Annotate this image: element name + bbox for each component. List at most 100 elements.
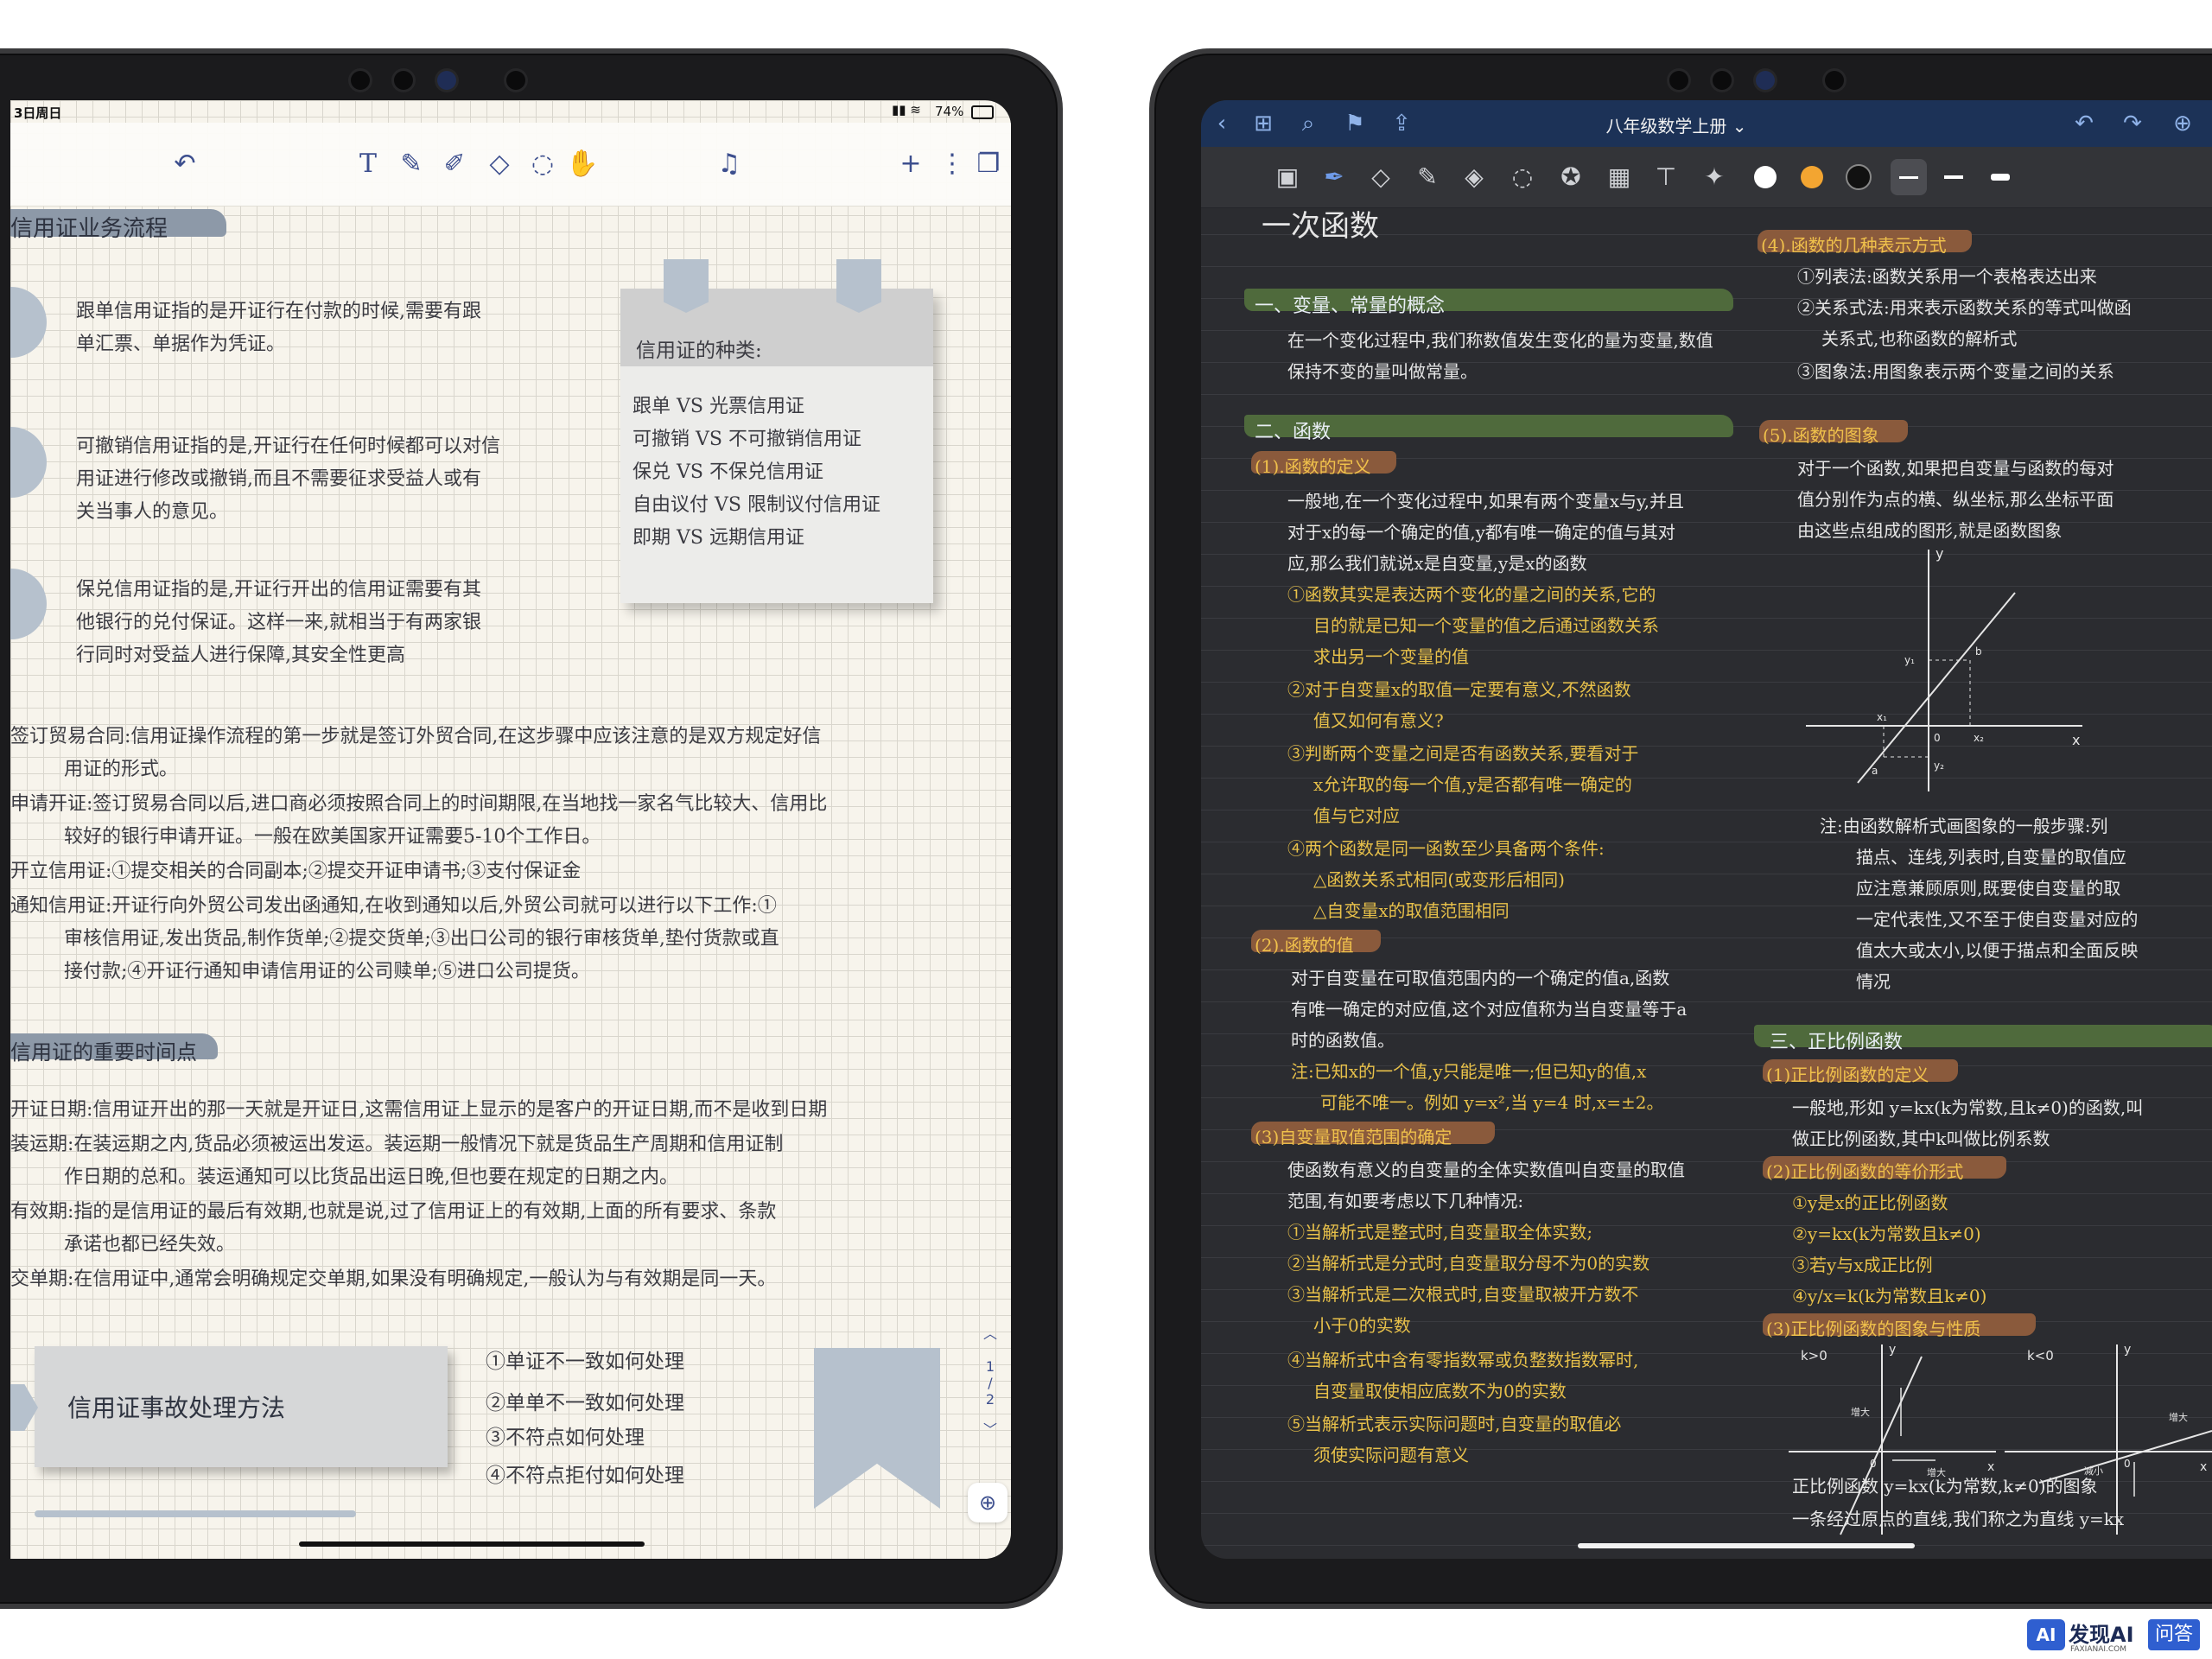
lasso-icon[interactable]: ◌ bbox=[1503, 147, 1541, 207]
color-white[interactable] bbox=[1754, 166, 1777, 188]
front-camera bbox=[1756, 71, 1775, 90]
page-up-icon[interactable]: ︿ bbox=[976, 1322, 1004, 1343]
text-line: 正比例函数 y=kx(k为常数,k≠0)的图象 bbox=[1792, 1476, 2098, 1497]
note-line: ①函数其实是表达两个变化的量之间的关系,它的 bbox=[1287, 584, 1656, 605]
note-line: ③当解析式是二次根式时,自变量取被开方数不 bbox=[1287, 1284, 1639, 1305]
color-orange[interactable] bbox=[1801, 166, 1823, 188]
more-icon[interactable]: ⋮ bbox=[933, 147, 971, 181]
text-line: 由这些点组成的图形,就是函数图象 bbox=[1797, 520, 2063, 541]
note-line: 可能不唯一。例如 y=x²,当 y=4 时,x=±2。 bbox=[1320, 1092, 1664, 1113]
textbox-icon[interactable]: ⊤ bbox=[1647, 147, 1685, 207]
section-title-process: 信用证业务流程 bbox=[10, 216, 168, 242]
watermark-sub: FAXIANAI.COM bbox=[2070, 1645, 2127, 1654]
home-indicator[interactable] bbox=[299, 1541, 645, 1547]
sticker-icon[interactable]: ✪ bbox=[1552, 147, 1590, 207]
home-indicator[interactable] bbox=[1578, 1543, 1915, 1548]
pen-icon[interactable]: ✎ bbox=[392, 147, 430, 181]
sticky-note[interactable]: 信用证的种类: 跟单 VS 光票信用证 可撤销 VS 不可撤销信用证 保兑 VS… bbox=[620, 259, 933, 603]
status-bar: 3日周日 ▮▮ ≋ 74% bbox=[10, 100, 1011, 123]
bookmark-ribbon[interactable] bbox=[814, 1348, 940, 1509]
date-line: 开证日期:信用证开出的那一天就是开证日,这需信用证上显示的是客户的开证日期,而不… bbox=[10, 1099, 828, 1121]
step-line: 签订贸易合同:信用证操作流程的第一步就是签订外贸合同,在这步骤中应该注意的是双方… bbox=[10, 726, 822, 747]
stroke-medium[interactable] bbox=[1944, 175, 1963, 179]
pages-icon[interactable]: ▣ bbox=[1268, 147, 1306, 207]
undo-icon[interactable]: ↶ bbox=[166, 147, 204, 181]
drawing-toolbar: ▣ ✒ ◇ ✎ ◈ ◌ ✪ ▦ ⊤ ✦ bbox=[1201, 147, 2212, 208]
graph3-label: y bbox=[2124, 1343, 2131, 1357]
p2-line: 关当事人的意见。 bbox=[76, 501, 229, 523]
back-icon[interactable]: ‹ bbox=[1205, 100, 1239, 147]
zoom-in-icon[interactable]: ⊕ bbox=[968, 1483, 1007, 1522]
share-icon[interactable]: ⇪ bbox=[1384, 100, 1419, 147]
eraser-icon[interactable]: ◇ bbox=[1362, 147, 1400, 207]
sticky-line: 跟单 VS 光票信用证 bbox=[632, 396, 804, 417]
speaker-dot bbox=[394, 71, 413, 90]
redo-icon[interactable]: ↷ bbox=[2115, 100, 2150, 147]
mic-icon[interactable]: ♫ bbox=[710, 147, 748, 181]
date-line: 作日期的总和。装运通知可以比货品出运日晚,但也要在规定的日期之内。 bbox=[64, 1166, 678, 1188]
note-line: 小于0的实数 bbox=[1313, 1315, 1411, 1336]
bookmark-icon[interactable]: ⚑ bbox=[1338, 100, 1372, 147]
marker-icon[interactable]: ✐ bbox=[435, 147, 474, 181]
note-line: ④当解析式中含有零指数幂或负整数指数幂时, bbox=[1287, 1350, 1639, 1370]
note-line: 求出另一个变量的值 bbox=[1313, 646, 1469, 667]
watermark-brand: 发现AI bbox=[2069, 1623, 2134, 1647]
note-line: 注:已知x的一个值,y只能是唯一;但已知y的值,x bbox=[1291, 1061, 1647, 1082]
text-line: ①列表法:函数关系用一个表格表达出来 bbox=[1797, 266, 2097, 287]
p3-line: 保兑信用证指的是,开证行开出的信用证需要有其 bbox=[76, 579, 481, 601]
image-icon[interactable]: ▦ bbox=[1600, 147, 1638, 207]
text-line: 应,那么我们就说x是自变量,y是x的函数 bbox=[1287, 553, 1587, 574]
search-icon[interactable]: ⌕ bbox=[1291, 100, 1325, 147]
lasso-icon[interactable]: ◌ bbox=[524, 147, 562, 181]
front-camera bbox=[437, 71, 456, 90]
graph1-label: y₂ bbox=[1934, 760, 1944, 772]
text-line: 有唯一确定的对应值,这个对应值称为当自变量等于a bbox=[1291, 999, 1688, 1020]
text-line: 应注意兼顾原则,既要使自变量的取 bbox=[1856, 878, 2121, 899]
heading-function: 二、函数 bbox=[1255, 422, 1332, 443]
page-down-icon[interactable]: ﹀ bbox=[976, 1418, 1004, 1439]
right-ipad-screen: ‹ ⊞ ⌕ ⚑ ⇪ 八年级数学上册 ⌄ ↶ ↷ ⊕ ▣ ✒ ◇ ✎ ◈ ◌ ✪ … bbox=[1201, 100, 2212, 1559]
text-line: ②关系式法:用来表示函数关系的等式叫做函 bbox=[1797, 297, 2132, 318]
sticky-line: 即期 VS 远期信用证 bbox=[632, 527, 804, 549]
text-line: 一定代表性,又不至于使自变量对应的 bbox=[1856, 909, 2139, 930]
sensor-dot bbox=[1825, 71, 1844, 90]
sticky-line: 自由议付 VS 限制议付信用证 bbox=[632, 494, 880, 516]
date-line: 装运期:在装运期之内,货品必须被运出发运。装运期一般情况下就是货品生产周期和信用… bbox=[10, 1134, 784, 1155]
sticky-line: 保兑 VS 不保兑信用证 bbox=[632, 461, 823, 483]
pin-tab bbox=[836, 259, 881, 313]
accident-item: ④不符点拒付如何处理 bbox=[486, 1465, 684, 1487]
eraser-icon[interactable]: ◇ bbox=[480, 147, 518, 181]
step-line: 较好的银行申请开证。一般在欧美国家开证需要5-10个工作日。 bbox=[64, 826, 601, 848]
hand-icon[interactable]: ✋ bbox=[563, 147, 601, 181]
add-page-icon[interactable]: ⊕ bbox=[2165, 100, 2200, 147]
graph1-label: y₁ bbox=[1904, 654, 1915, 666]
pen-icon[interactable]: ✒ bbox=[1315, 147, 1353, 207]
notebook-title[interactable]: 八年级数学上册 ⌄ bbox=[1547, 112, 1806, 137]
graph1-label: y bbox=[1936, 545, 1943, 562]
function-graph: y x 0 y₁ y₂ x₁ x₂ a b bbox=[1806, 545, 2082, 791]
color-black[interactable] bbox=[1846, 164, 1872, 190]
subheading: (4).函数的几种表示方式 bbox=[1761, 235, 1947, 256]
brand-logo-icon: AI bbox=[2027, 1619, 2065, 1650]
grid-icon[interactable]: ⊞ bbox=[1246, 100, 1281, 147]
stroke-thick[interactable] bbox=[1991, 174, 2010, 181]
page-total: 2 bbox=[985, 1391, 995, 1408]
text-icon[interactable]: T bbox=[349, 147, 387, 181]
text-line: 做正比例函数,其中k叫做比例系数 bbox=[1792, 1128, 2050, 1149]
highlighter-icon[interactable]: ✎ bbox=[1408, 147, 1446, 207]
graph2-label: y bbox=[1889, 1343, 1896, 1357]
text-line: ③图象法:用图象表示两个变量之间的关系 bbox=[1797, 361, 2114, 382]
add-icon[interactable]: + bbox=[892, 147, 930, 181]
p1-line: 单汇票、单据作为凭证。 bbox=[76, 334, 286, 355]
undo-icon[interactable]: ↶ bbox=[2067, 100, 2101, 147]
text-line: 描点、连线,列表时,自变量的取值应 bbox=[1856, 847, 2126, 868]
note-line: 值与它对应 bbox=[1313, 805, 1400, 826]
p2-line: 用证进行修改或撤销,而且不需要征求受益人或有 bbox=[76, 468, 481, 490]
text-line: 在一个变化过程中,我们称数值发生变化的量为变量,数值 bbox=[1287, 330, 1713, 351]
note-line: ①当解析式是整式时,自变量取全体实数; bbox=[1287, 1222, 1593, 1243]
bullet-circle bbox=[10, 427, 47, 498]
laser-icon[interactable]: ✦ bbox=[1695, 147, 1733, 207]
accident-item: ②单单不一致如何处理 bbox=[486, 1392, 684, 1414]
shapes-icon[interactable]: ◈ bbox=[1455, 147, 1493, 207]
pages-icon[interactable]: ❐ bbox=[969, 147, 1007, 181]
